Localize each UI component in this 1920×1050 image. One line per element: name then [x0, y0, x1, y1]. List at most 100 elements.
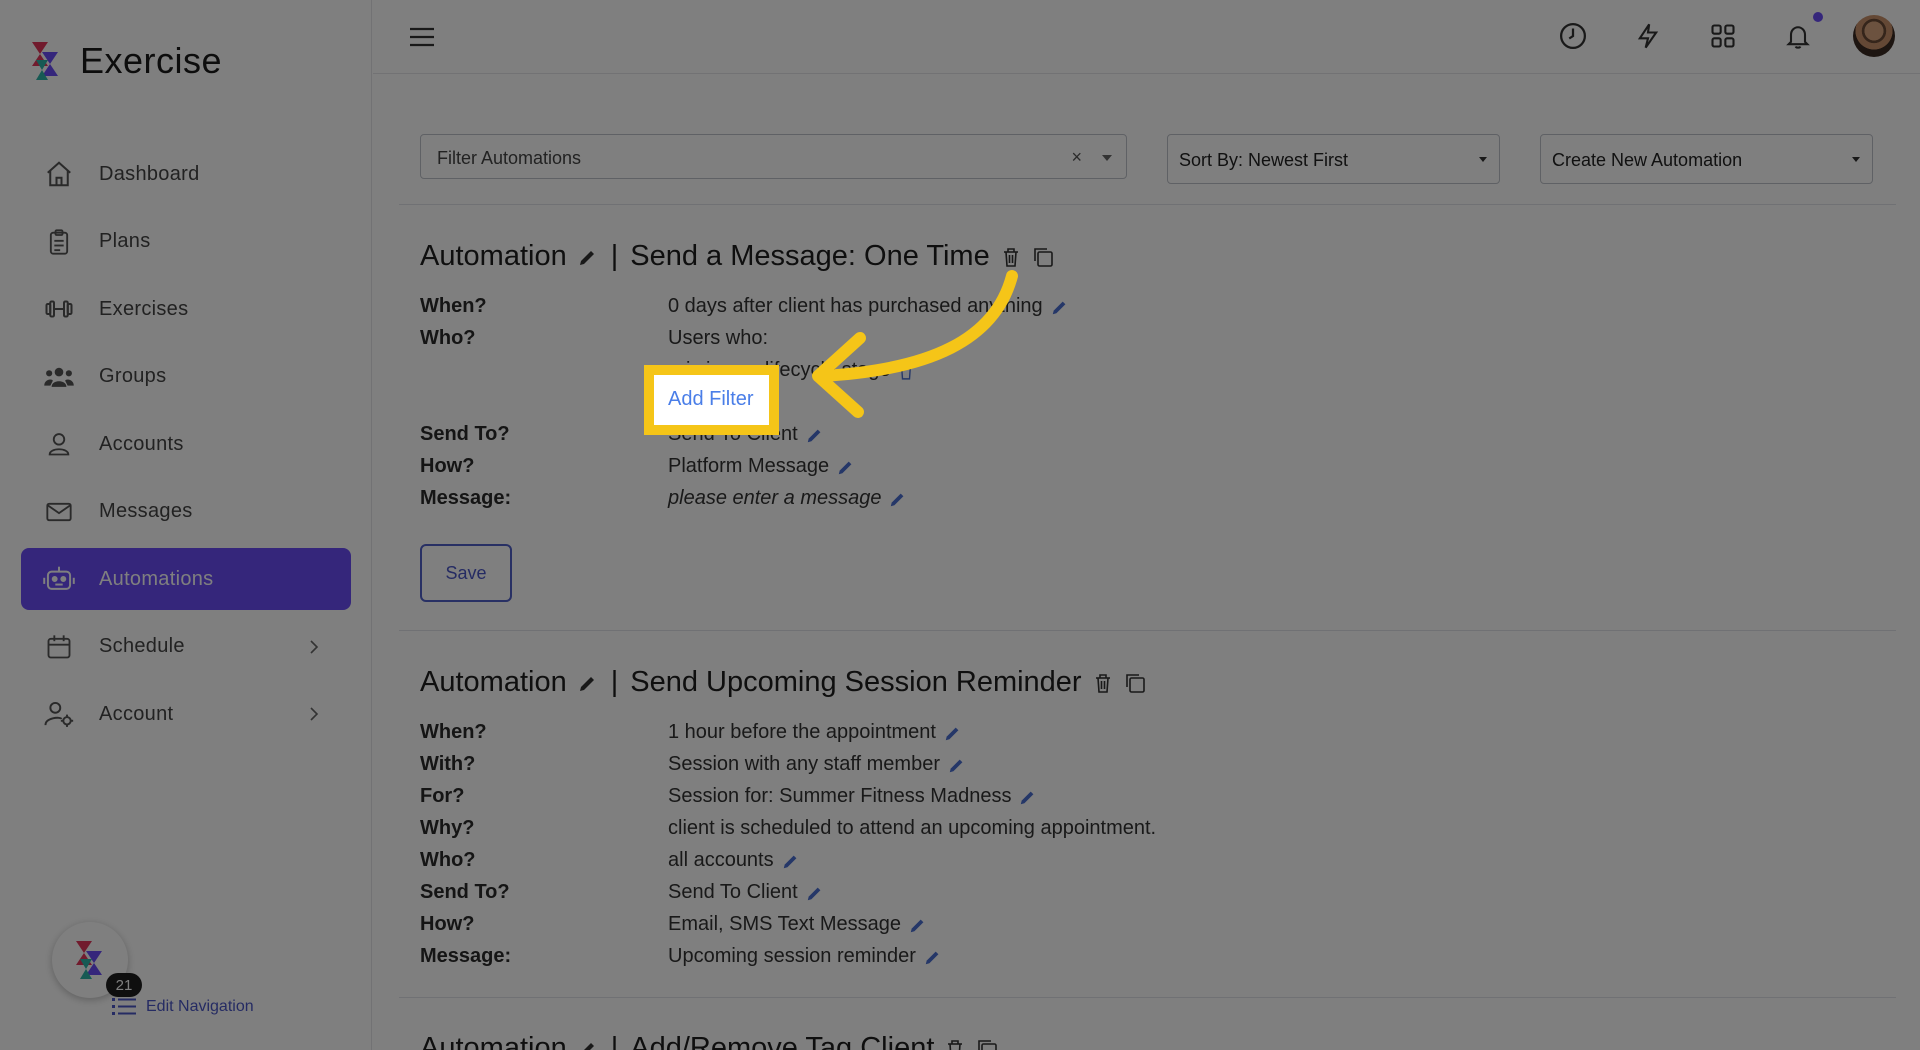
sidebar-item-messages[interactable]: Messages	[21, 481, 351, 543]
title-separator: |	[610, 1032, 619, 1050]
row-value-text: all accounts	[668, 849, 774, 871]
chevron-down-icon	[1479, 157, 1487, 162]
divider	[399, 997, 1896, 998]
row-value: client is scheduled to attend an upcomin…	[668, 817, 1156, 840]
sidebar-item-dashboard[interactable]: Dashboard	[21, 143, 351, 205]
row-value: Platform Message	[668, 455, 855, 478]
automation-row: Message: please enter a message	[420, 487, 1520, 515]
sidebar-nav: Dashboard Plans Exercises Groups Account…	[21, 143, 351, 751]
save-button[interactable]: Save	[420, 544, 512, 602]
sidebar-item-plans[interactable]: Plans	[21, 211, 351, 273]
lightning-icon[interactable]	[1630, 18, 1666, 54]
avatar[interactable]	[1853, 15, 1895, 57]
pencil-icon[interactable]	[1019, 788, 1037, 806]
row-key: How?	[420, 913, 475, 935]
row-key: Who?	[420, 849, 476, 871]
pencil-icon[interactable]	[806, 884, 824, 902]
pencil-icon[interactable]	[909, 916, 927, 934]
automation-row: Who? Users who:	[420, 327, 1520, 355]
edit-navigation-link[interactable]: Edit Navigation	[112, 996, 254, 1018]
row-key: Send To?	[420, 423, 510, 445]
row-value: Email, SMS Text Message	[668, 913, 927, 936]
sidebar-item-groups[interactable]: Groups	[21, 346, 351, 408]
automation-row: When? 1 hour before the appointment	[420, 721, 1520, 749]
chevron-down-icon[interactable]	[1102, 155, 1112, 161]
automation-row: How? Platform Message	[420, 455, 1520, 483]
row-value-text: Email, SMS Text Message	[668, 913, 902, 935]
row-value: Session with any staff member	[668, 753, 966, 776]
trash-icon[interactable]	[944, 1038, 966, 1050]
automation-title: Automation | Send a Message: One Time	[420, 240, 1054, 273]
clock-icon[interactable]	[1555, 18, 1591, 54]
title-separator: |	[610, 666, 619, 698]
divider	[399, 630, 1896, 631]
pencil-icon[interactable]	[924, 948, 942, 966]
automation-row: is in any lifecycle stage	[420, 359, 1520, 387]
automation-row: With? Session with any staff member	[420, 753, 1520, 781]
pencil-icon[interactable]	[806, 426, 824, 444]
trash-icon[interactable]	[1092, 672, 1114, 694]
pencil-icon[interactable]	[889, 490, 907, 508]
copy-icon[interactable]	[1124, 672, 1146, 694]
automation-row: Who? all accounts	[420, 849, 1520, 877]
sidebar-item-account[interactable]: Account	[21, 683, 351, 745]
user-gear-icon	[43, 698, 75, 730]
automation-title: Automation | Send Upcoming Session Remin…	[420, 666, 1146, 699]
pencil-icon[interactable]	[577, 246, 599, 268]
row-value-text: Session for: Summer Fitness Madness	[668, 785, 1012, 807]
filter-automations-input[interactable]: Filter Automations ×	[420, 134, 1127, 179]
divider	[399, 204, 1896, 205]
automation-name: Add/Remove Tag Client	[630, 1032, 935, 1050]
sidebar-item-exercises[interactable]: Exercises	[21, 278, 351, 340]
row-value-text: Upcoming session reminder	[668, 945, 916, 967]
row-key: Message:	[420, 945, 512, 967]
menu-icon[interactable]	[407, 22, 437, 52]
list-icon	[112, 998, 136, 1015]
sidebar-item-label: Messages	[99, 500, 193, 522]
pencil-icon[interactable]	[1051, 298, 1069, 316]
row-key: When?	[420, 295, 487, 317]
bell-icon[interactable]	[1780, 18, 1816, 54]
row-value-text: please enter a message	[668, 487, 882, 509]
trash-icon[interactable]	[1000, 246, 1022, 268]
create-automation-select[interactable]: Create New Automation	[1540, 134, 1873, 184]
row-value: Send To Client	[668, 881, 824, 904]
row-value-text: 0 days after client has purchased anythi…	[668, 295, 1043, 317]
copy-icon[interactable]	[976, 1038, 998, 1050]
row-value-text: 1 hour before the appointment	[668, 721, 936, 743]
row-key: How?	[420, 455, 475, 477]
create-value: Create New Automation	[1552, 150, 1743, 170]
envelope-icon	[43, 496, 75, 528]
apps-grid-icon[interactable]	[1705, 18, 1741, 54]
sidebar-item-automations[interactable]: Automations	[21, 548, 351, 610]
automation-prefix: Automation	[420, 1032, 567, 1050]
pencil-icon[interactable]	[577, 1038, 599, 1050]
pencil-icon[interactable]	[837, 458, 855, 476]
sidebar-item-label: Groups	[99, 365, 167, 387]
notification-dot	[1813, 12, 1823, 22]
home-icon	[43, 158, 75, 190]
automation-row: For? Session for: Summer Fitness Madness	[420, 785, 1520, 813]
automation-row: How? Email, SMS Text Message	[420, 913, 1520, 941]
row-value: all accounts	[668, 849, 800, 872]
title-separator: |	[610, 240, 619, 272]
sidebar-item-schedule[interactable]: Schedule	[21, 616, 351, 678]
row-value-text: client is scheduled to attend an upcomin…	[668, 817, 1157, 839]
brand[interactable]: Exercise	[26, 40, 222, 82]
pencil-icon[interactable]	[782, 852, 800, 870]
row-key: When?	[420, 721, 487, 743]
filter-placeholder: Filter Automations	[437, 148, 582, 168]
pencil-icon[interactable]	[577, 672, 599, 694]
sidebar-item-accounts[interactable]: Accounts	[21, 413, 351, 475]
dumbbell-icon	[43, 293, 75, 325]
pencil-icon[interactable]	[944, 724, 962, 742]
row-key: For?	[420, 785, 465, 807]
sidebar-item-label: Plans	[99, 230, 151, 252]
copy-icon[interactable]	[1032, 246, 1054, 268]
pencil-icon[interactable]	[948, 756, 966, 774]
trash-icon[interactable]	[899, 362, 917, 380]
add-filter-highlighted[interactable]: Add Filter	[668, 388, 754, 411]
clear-icon[interactable]: ×	[1071, 147, 1082, 168]
sidebar: Exercise Dashboard Plans Exercises Group…	[0, 0, 372, 1050]
sort-select[interactable]: Sort By: Newest First	[1167, 134, 1500, 184]
